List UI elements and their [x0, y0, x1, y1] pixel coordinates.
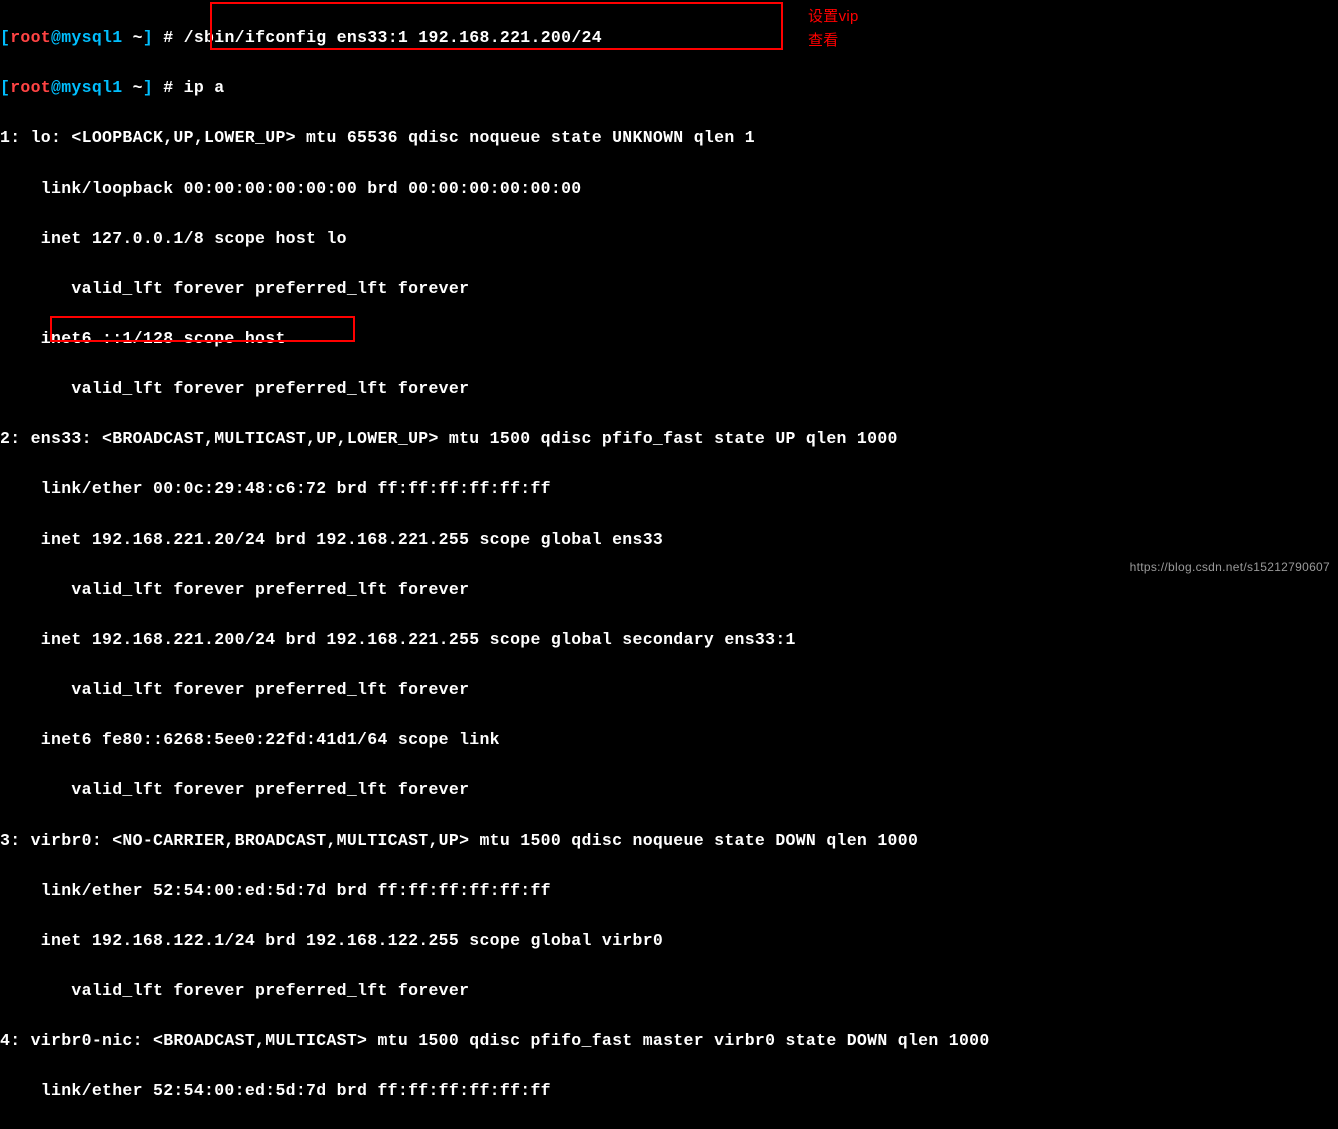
output-line: inet 192.168.221.20/24 brd 192.168.221.2… [0, 527, 1338, 552]
output-line: link/ether 00:0c:29:48:c6:72 brd ff:ff:f… [0, 476, 1338, 501]
output-line: 1: lo: <LOOPBACK,UP,LOWER_UP> mtu 65536 … [0, 125, 1338, 150]
prompt-tilde: ~ [122, 28, 142, 47]
output-line: link/ether 52:54:00:ed:5d:7d brd ff:ff:f… [0, 878, 1338, 903]
prompt-tilde: ~ [122, 78, 142, 97]
annotation-set-vip: 设置vip [808, 6, 859, 29]
prompt-hash: # [153, 28, 184, 47]
output-line: valid_lft forever preferred_lft forever [0, 978, 1338, 1003]
command-ifconfig: /sbin/ifconfig ens33:1 192.168.221.200/2… [184, 28, 602, 47]
output-line: 4: virbr0-nic: <BROADCAST,MULTICAST> mtu… [0, 1028, 1338, 1053]
output-line: 3: virbr0: <NO-CARRIER,BROADCAST,MULTICA… [0, 828, 1338, 853]
output-line: inet6 fe80::6268:5ee0:22fd:41d1/64 scope… [0, 727, 1338, 752]
prompt-line-1[interactable]: [root@mysql1 ~] # /sbin/ifconfig ens33:1… [0, 25, 1338, 50]
prompt-line-2[interactable]: [root@mysql1 ~] # ip a [0, 75, 1338, 100]
output-line: valid_lft forever preferred_lft forever [0, 577, 1338, 602]
output-line: valid_lft forever preferred_lft forever [0, 376, 1338, 401]
output-line: valid_lft forever preferred_lft forever [0, 276, 1338, 301]
output-line: link/ether 52:54:00:ed:5d:7d brd ff:ff:f… [0, 1078, 1338, 1103]
output-line: inet6 ::1/128 scope host [0, 326, 1338, 351]
prompt-hash: # [153, 78, 184, 97]
output-line: valid_lft forever preferred_lft forever [0, 677, 1338, 702]
watermark-text: https://blog.csdn.net/s15212790607 [1130, 558, 1330, 576]
prompt-user: root [10, 78, 51, 97]
annotation-view: 查看 [808, 30, 839, 53]
output-line: 2: ens33: <BROADCAST,MULTICAST,UP,LOWER_… [0, 426, 1338, 451]
output-line: inet 192.168.122.1/24 brd 192.168.122.25… [0, 928, 1338, 953]
bracket-open: [ [0, 78, 10, 97]
output-line-vip: inet 192.168.221.200/24 brd 192.168.221.… [0, 627, 1338, 652]
bracket-close: ] [143, 78, 153, 97]
prompt-at: @ [51, 28, 61, 47]
output-line: inet 127.0.0.1/8 scope host lo [0, 226, 1338, 251]
command-ip-a: ip a [184, 78, 225, 97]
bracket-open: [ [0, 28, 10, 47]
output-line: valid_lft forever preferred_lft forever [0, 777, 1338, 802]
prompt-host: mysql1 [61, 28, 122, 47]
prompt-host: mysql1 [61, 78, 122, 97]
output-line: link/loopback 00:00:00:00:00:00 brd 00:0… [0, 176, 1338, 201]
bracket-close: ] [143, 28, 153, 47]
prompt-at: @ [51, 78, 61, 97]
prompt-user: root [10, 28, 51, 47]
